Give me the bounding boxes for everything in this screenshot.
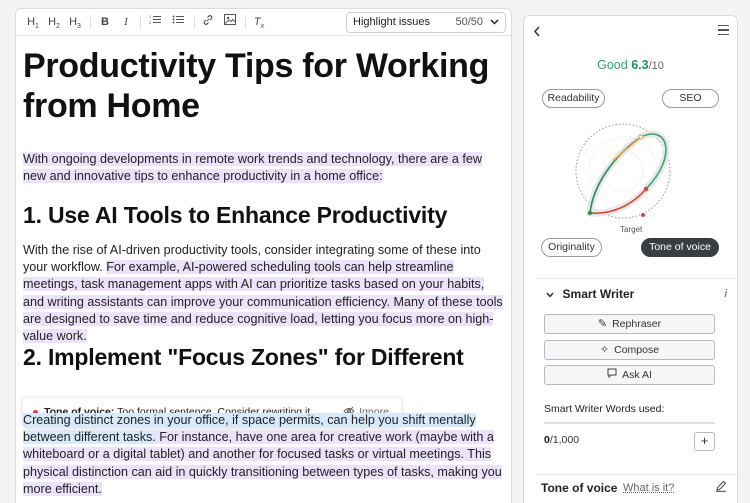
add-words-button[interactable]: + bbox=[694, 432, 715, 451]
toolbar-divider bbox=[140, 15, 141, 29]
rephraser-button[interactable]: ✎ Rephraser bbox=[544, 314, 715, 334]
section2-paragraph[interactable]: Creating distinct zones in your office, … bbox=[23, 412, 508, 498]
smart-writer-title: Smart Writer bbox=[562, 287, 635, 301]
heading3-button[interactable]: H3 bbox=[68, 14, 82, 31]
document-title[interactable]: Productivity Tips for Working from Home bbox=[23, 46, 503, 126]
smart-writer-card: Smart Writer i ✎ Rephraser ✧ Compose Ask A… bbox=[536, 278, 737, 464]
seo-pill[interactable]: SEO bbox=[662, 89, 719, 108]
toolbar-divider bbox=[194, 15, 195, 29]
chevron-down-icon bbox=[546, 290, 557, 300]
back-chevron-icon[interactable] bbox=[533, 24, 541, 40]
smart-writer-header[interactable]: Smart Writer bbox=[546, 287, 634, 301]
words-limit: /1,000 bbox=[549, 434, 580, 446]
ordered-list-icon[interactable]: 12 bbox=[148, 14, 162, 31]
sidebar-header bbox=[524, 16, 737, 48]
svg-text:2: 2 bbox=[149, 20, 152, 25]
magic-wand-icon: ✧ bbox=[599, 344, 610, 356]
compose-button[interactable]: ✧ Compose bbox=[544, 340, 715, 360]
editor-panel: H1 H2 H3 B I 12 Tx Highlight issues 50/5… bbox=[15, 8, 512, 503]
toolbar-divider bbox=[245, 15, 246, 29]
words-used-label: Smart Writer Words used: bbox=[544, 403, 665, 415]
chat-bubble-icon bbox=[607, 366, 617, 384]
chevron-down-icon bbox=[490, 13, 499, 32]
ask-ai-button[interactable]: Ask AI bbox=[544, 365, 715, 385]
words-used-progress bbox=[544, 422, 715, 424]
rephraser-label: Rephraser bbox=[612, 318, 662, 330]
score-value: 6.3 bbox=[631, 58, 649, 72]
highlighted-text[interactable]: With ongoing developments in remote work… bbox=[23, 152, 482, 184]
bullet-list-icon[interactable] bbox=[171, 14, 185, 31]
assistant-sidebar: Good 6.3/10 Readability SEO Target Origi… bbox=[523, 15, 738, 503]
section1-heading[interactable]: 1. Use AI Tools to Enhance Productivity bbox=[23, 202, 447, 229]
heading2-button[interactable]: H2 bbox=[47, 14, 61, 31]
words-used-count: 0/1,000 bbox=[544, 434, 579, 446]
tone-of-voice-pill[interactable]: Tone of voice bbox=[641, 238, 719, 257]
pencil-icon[interactable] bbox=[715, 480, 727, 495]
edit-icon: ✎ bbox=[597, 318, 608, 330]
highlight-issues-select[interactable]: Highlight issues 50/50 bbox=[346, 12, 506, 33]
menu-icon[interactable] bbox=[718, 25, 729, 35]
bold-button[interactable]: B bbox=[99, 14, 111, 31]
compose-label: Compose bbox=[614, 344, 660, 356]
app-root: H1 H2 H3 B I 12 Tx Highlight issues 50/5… bbox=[0, 0, 750, 503]
ask-ai-label: Ask AI bbox=[622, 369, 652, 381]
section1-paragraph[interactable]: With the rise of AI-driven productivity … bbox=[23, 242, 508, 345]
score-radar-chart bbox=[575, 123, 671, 219]
highlight-issues-count: 50/50 bbox=[455, 16, 483, 28]
italic-button[interactable]: I bbox=[120, 14, 132, 31]
tone-of-voice-section: Tone of voice What is it? bbox=[536, 474, 737, 503]
image-icon[interactable] bbox=[223, 14, 237, 31]
section2-heading[interactable]: 2. Implement "Focus Zones" for Different bbox=[23, 344, 464, 371]
readability-pill[interactable]: Readability bbox=[542, 89, 605, 108]
link-icon[interactable] bbox=[201, 14, 215, 31]
intro-paragraph[interactable]: With ongoing developments in remote work… bbox=[23, 151, 508, 185]
tone-section-title: Tone of voice bbox=[541, 481, 618, 495]
highlight-issues-label: Highlight issues bbox=[353, 16, 431, 28]
toolbar-divider bbox=[90, 15, 91, 29]
target-label: Target bbox=[620, 225, 643, 234]
originality-pill[interactable]: Originality bbox=[541, 238, 602, 257]
overall-score: Good 6.3/10 bbox=[524, 58, 737, 72]
editor-toolbar: H1 H2 H3 B I 12 Tx Highlight issues 50/5… bbox=[16, 9, 511, 36]
clear-format-icon[interactable]: Tx bbox=[252, 14, 266, 31]
info-icon[interactable]: i bbox=[725, 288, 727, 300]
score-word: Good bbox=[597, 58, 628, 72]
what-is-it-link[interactable]: What is it? bbox=[623, 482, 674, 494]
svg-text:1: 1 bbox=[149, 14, 152, 19]
score-max: /10 bbox=[648, 60, 664, 72]
heading1-button[interactable]: H1 bbox=[26, 14, 40, 31]
